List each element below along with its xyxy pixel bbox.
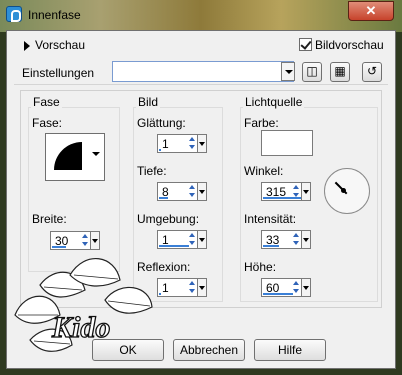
- dropdown-icon[interactable]: [197, 183, 206, 200]
- dropdown-icon[interactable]: [197, 135, 206, 152]
- angle-dial[interactable]: [324, 168, 370, 214]
- dial-knob-icon: [341, 188, 346, 193]
- glaettung-stepper[interactable]: 1: [157, 134, 207, 153]
- breite-label: Breite:: [32, 212, 67, 226]
- spin-arrows-icon[interactable]: [188, 184, 197, 199]
- tiefe-stepper[interactable]: 8: [157, 182, 207, 201]
- close-button[interactable]: ✕: [348, 1, 394, 21]
- dropdown-icon[interactable]: [301, 183, 310, 200]
- cancel-button[interactable]: Abbrechen: [173, 339, 245, 361]
- tiefe-level-bar: [159, 197, 168, 199]
- farbe-label: Farbe:: [244, 116, 279, 130]
- intensitaet-label: Intensität:: [244, 212, 297, 226]
- tiefe-label: Tiefe:: [137, 164, 167, 178]
- divider: [14, 84, 388, 85]
- save-preset-icon[interactable]: ◫: [302, 62, 322, 82]
- glaettung-label: Glättung:: [137, 116, 186, 130]
- spin-arrows-icon[interactable]: [292, 280, 301, 295]
- settings-combo[interactable]: [112, 61, 294, 82]
- hoehe-stepper[interactable]: 60: [261, 278, 311, 297]
- fase-group-title: Fase: [31, 95, 62, 109]
- intensitaet-stepper[interactable]: 33: [261, 230, 311, 249]
- lichtquelle-group-title: Lichtquelle: [243, 95, 305, 109]
- app-icon: [6, 6, 22, 22]
- glaettung-level-bar: [159, 149, 161, 151]
- randomize-icon[interactable]: ▦: [330, 62, 350, 82]
- spin-arrows-icon[interactable]: [292, 232, 301, 247]
- ok-button[interactable]: OK: [92, 339, 164, 361]
- umgebung-label: Umgebung:: [137, 212, 200, 226]
- bild-group-title: Bild: [136, 95, 161, 109]
- settings-dropdown-button[interactable]: [281, 62, 295, 81]
- reset-icon[interactable]: ↺: [362, 62, 382, 82]
- spin-arrows-icon[interactable]: [188, 232, 197, 247]
- settings-label: Einstellungen: [22, 66, 95, 80]
- spin-arrows-icon[interactable]: [188, 136, 197, 151]
- window-title: Innenfase: [28, 8, 81, 22]
- spin-arrows-icon[interactable]: [188, 280, 197, 295]
- image-preview-label[interactable]: Bildvorschau: [315, 38, 384, 52]
- hoehe-level-bar: [263, 293, 293, 295]
- dropdown-icon[interactable]: [301, 279, 310, 296]
- help-button[interactable]: Hilfe: [254, 339, 326, 361]
- glaettung-value: 1: [162, 137, 169, 151]
- winkel-stepper[interactable]: 315: [261, 182, 311, 201]
- dropdown-icon[interactable]: [197, 279, 206, 296]
- farbe-color-swatch[interactable]: [261, 130, 313, 156]
- expand-arrow-icon[interactable]: [24, 41, 30, 51]
- dropdown-icon[interactable]: [197, 231, 206, 248]
- fase-label: Fase:: [32, 116, 63, 130]
- dropdown-icon[interactable]: [301, 231, 310, 248]
- hoehe-label: Höhe:: [244, 260, 277, 274]
- winkel-label: Winkel:: [244, 164, 284, 178]
- spin-arrows-icon[interactable]: [292, 184, 301, 199]
- preview-label[interactable]: Vorschau: [35, 38, 85, 52]
- intensitaet-level-bar: [263, 245, 279, 247]
- image-preview-checkbox[interactable]: [299, 38, 312, 51]
